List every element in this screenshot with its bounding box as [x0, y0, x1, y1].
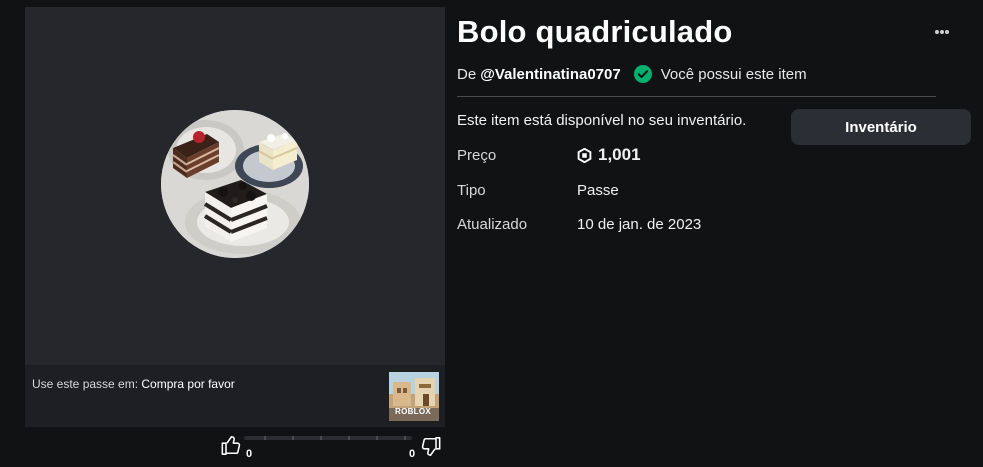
experience-thumbnail[interactable]: ROBLOX — [389, 372, 439, 421]
updated-label: Atualizado — [457, 216, 528, 233]
downvote-count: 0 — [409, 448, 416, 460]
item-byline: De @Valentinatina0707 Você possui este i… — [457, 65, 807, 83]
updated-row: Atualizado 10 de jan. de 2023 — [457, 216, 701, 233]
price-label: Preço — [457, 147, 497, 164]
item-title: Bolo quadriculado — [457, 14, 733, 49]
availability-text: Este item está disponível no seu inventá… — [457, 112, 747, 129]
experience-link-text[interactable]: Use este passe em: Compra por favor — [32, 377, 235, 391]
type-value: Passe — [577, 182, 619, 199]
vote-section: 0 0 — [218, 430, 444, 464]
item-thumbnail-panel: Use este passe em: Compra por favor ROBL… — [25, 7, 445, 427]
inventory-button[interactable]: Inventário — [791, 109, 971, 145]
type-label: Tipo — [457, 182, 486, 199]
price-value: 1,001 — [598, 145, 641, 164]
check-circle-icon — [633, 65, 652, 83]
thumbs-up-icon[interactable] — [220, 434, 243, 456]
more-options-icon — [935, 30, 949, 34]
experience-bar: Use este passe em: Compra por favor ROBL… — [25, 365, 445, 427]
roblox-watermark: ROBLOX — [395, 407, 432, 416]
type-row: Tipo Passe — [457, 182, 619, 199]
vote-ratio-bar — [244, 436, 412, 440]
price-value-group: 1,001 — [577, 145, 641, 165]
experience-name[interactable]: Compra por favor — [141, 377, 234, 391]
thumbs-down-icon[interactable] — [419, 436, 442, 458]
ownership-text: Você possui este item — [660, 65, 807, 83]
item-thumbnail-image — [161, 110, 309, 258]
price-row: Preço 1,001 — [457, 145, 641, 164]
experience-prefix: Use este passe em: — [32, 377, 142, 391]
upvote-count: 0 — [246, 448, 253, 460]
cake-image — [161, 110, 309, 258]
more-options-button[interactable] — [931, 25, 953, 39]
updated-value: 10 de jan. de 2023 — [577, 216, 702, 233]
creator-link[interactable]: @Valentinatina0707 — [480, 66, 621, 83]
header-divider — [457, 96, 936, 97]
robux-icon — [577, 147, 592, 163]
byline-prefix: De — [457, 65, 477, 83]
